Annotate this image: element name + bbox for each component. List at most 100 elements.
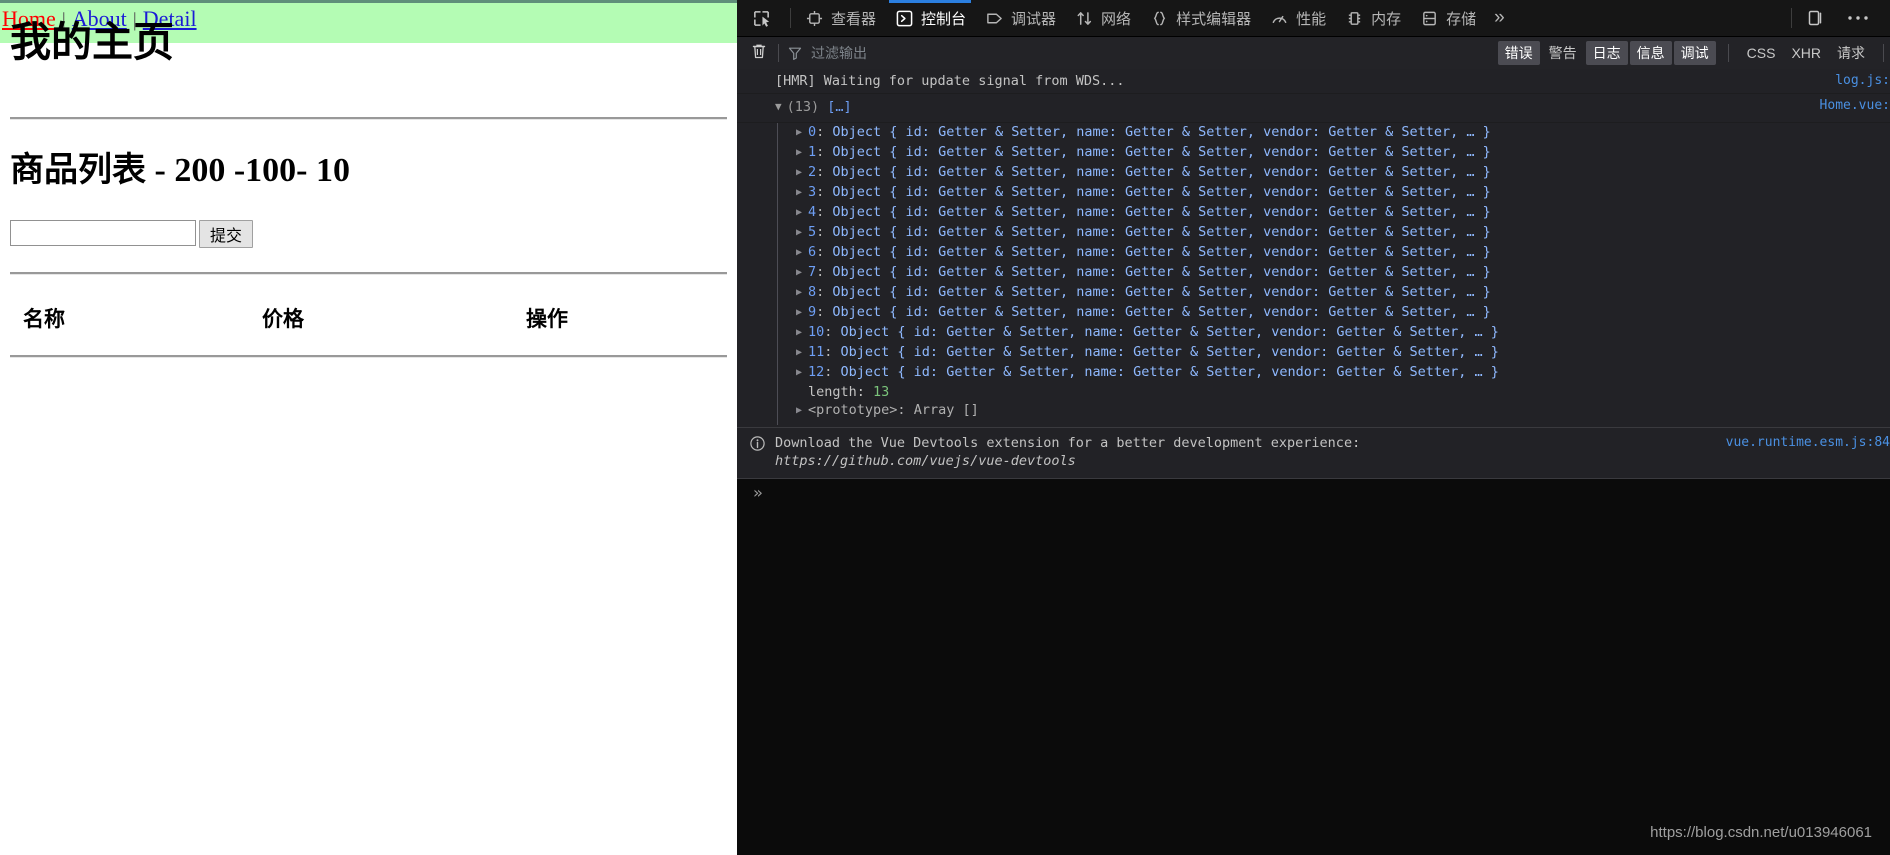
group-expand-arrow[interactable]: ▼ xyxy=(775,99,782,115)
object-preview: Object { id: Getter & Setter, name: Gett… xyxy=(832,224,1491,240)
network-icon xyxy=(1074,8,1094,28)
filter-level-debug[interactable]: 调试 xyxy=(1673,41,1716,65)
filter-type-css[interactable]: CSS xyxy=(1739,43,1784,63)
console-object-row[interactable]: ▶ 0: Object { id: Getter & Setter, name: … xyxy=(737,123,1890,143)
console-object-row[interactable]: ▶ 5: Object { id: Getter & Setter, name: … xyxy=(737,223,1890,243)
expand-triangle-icon[interactable]: ▶ xyxy=(796,245,808,261)
inspect-picker-button[interactable] xyxy=(743,0,786,36)
info-circle-icon xyxy=(750,436,765,451)
console-array-length-row: length: 13 xyxy=(737,383,1890,401)
expand-triangle-icon[interactable]: ▶ xyxy=(796,345,808,361)
product-name-input[interactable] xyxy=(10,220,196,246)
group-bracket: […] xyxy=(827,99,852,115)
filter-type-request[interactable]: 请求 xyxy=(1829,41,1873,65)
expand-triangle-icon[interactable]: ▶ xyxy=(796,165,808,181)
console-object-row[interactable]: ▶ 9: Object { id: Getter & Setter, name: … xyxy=(737,303,1890,323)
console-object-row[interactable]: ▶ 11: Object { id: Getter & Setter, name:… xyxy=(737,343,1890,363)
console-object-row[interactable]: ▶ 10: Object { id: Getter & Setter, name:… xyxy=(737,323,1890,343)
debugger-icon xyxy=(984,8,1004,28)
object-preview: Object { id: Getter & Setter, name: Gett… xyxy=(832,244,1491,260)
console-object-row[interactable]: ▶ 12: Object { id: Getter & Setter, name:… xyxy=(737,363,1890,383)
expand-triangle-icon[interactable]: ▶ xyxy=(796,325,808,341)
toolbar-divider-right xyxy=(1791,8,1792,28)
more-options-button[interactable] xyxy=(1843,0,1890,36)
filterbar-divider-3 xyxy=(1883,44,1884,62)
divider-table xyxy=(10,355,727,358)
console-object-row[interactable]: ▶ 7: Object { id: Getter & Setter, name: … xyxy=(737,263,1890,283)
toolbar-overflow-button[interactable]: » xyxy=(1485,0,1514,36)
devtools-tab-network-label: 网络 xyxy=(1101,10,1132,28)
console-object-list: ▶ 0: Object { id: Getter & Setter, name: … xyxy=(737,123,1890,427)
expand-triangle-icon[interactable]: ▶ xyxy=(796,125,808,141)
filter-input[interactable] xyxy=(809,44,1498,62)
hmr-message-text: [HMR] Waiting for update signal from WDS… xyxy=(775,73,1125,89)
console-object-row[interactable]: ▶ 3: Object { id: Getter & Setter, name: … xyxy=(737,183,1890,203)
column-header-name: 名称 xyxy=(23,308,65,331)
inspect-picker-icon xyxy=(751,8,771,28)
group-count: (13) xyxy=(786,99,820,115)
expand-triangle-icon[interactable]: ▶ xyxy=(796,205,808,221)
dock-layout-button[interactable] xyxy=(1796,0,1843,36)
devtools-tab-memory[interactable]: 内存 xyxy=(1335,0,1410,36)
devtools-tab-inspector[interactable]: 查看器 xyxy=(795,0,885,36)
object-preview: Object { id: Getter & Setter, name: Gett… xyxy=(832,204,1491,220)
expand-triangle-icon[interactable]: ▶ xyxy=(796,145,808,161)
devtools-panel: 查看器 控制台 调试器 网络 样式编辑器 性能 内存 存储 » 过滤输出 错误 … xyxy=(737,0,1890,855)
devtools-tab-network[interactable]: 网络 xyxy=(1065,0,1140,36)
devtools-tab-performance[interactable]: 性能 xyxy=(1260,0,1335,36)
expand-triangle-icon[interactable]: ▶ xyxy=(796,185,808,201)
expand-triangle-icon[interactable]: ▶ xyxy=(796,403,808,419)
console-object-row[interactable]: ▶ 4: Object { id: Getter & Setter, name: … xyxy=(737,203,1890,223)
console-object-row[interactable]: ▶ 8: Object { id: Getter & Setter, name: … xyxy=(737,283,1890,303)
inspector-icon xyxy=(804,8,824,28)
devtools-tab-style-editor[interactable]: 样式编辑器 xyxy=(1140,0,1260,36)
product-list-heading: 商品列表 - 200 -100- 10 xyxy=(10,152,350,189)
expand-triangle-icon[interactable]: ▶ xyxy=(796,365,808,381)
console-output[interactable]: [HMR] Waiting for update signal from WDS… xyxy=(737,69,1890,855)
filter-level-log[interactable]: 日志 xyxy=(1585,41,1628,65)
filter-level-info[interactable]: 信息 xyxy=(1629,41,1672,65)
filterbar-divider xyxy=(778,44,779,62)
object-preview: Object { id: Getter & Setter, name: Gett… xyxy=(840,364,1499,380)
clear-console-button[interactable] xyxy=(747,41,771,65)
console-object-row[interactable]: ▶ 1: Object { id: Getter & Setter, name: … xyxy=(737,143,1890,163)
object-index: 12 xyxy=(808,364,825,380)
devtools-tab-debugger-label: 调试器 xyxy=(1011,10,1057,28)
console-object-row[interactable]: ▶ 2: Object { id: Getter & Setter, name: … xyxy=(737,163,1890,183)
filter-level-warning[interactable]: 警告 xyxy=(1542,41,1584,65)
expand-triangle-icon[interactable]: ▶ xyxy=(796,265,808,281)
console-message-info[interactable]: Download the Vue Devtools extension for … xyxy=(737,427,1890,479)
console-object-row[interactable]: ▶ 6: Object { id: Getter & Setter, name: … xyxy=(737,243,1890,263)
devtools-tab-debugger[interactable]: 调试器 xyxy=(975,0,1065,36)
console-input-row[interactable]: » xyxy=(737,479,1890,507)
hmr-source-link[interactable]: log.js: xyxy=(1835,73,1890,89)
filter-type-xhr[interactable]: XHR xyxy=(1783,43,1829,63)
vue-devtools-link[interactable]: https://github.com/vuejs/vue-devtools xyxy=(775,451,1890,469)
devtools-tab-performance-label: 性能 xyxy=(1296,10,1327,28)
expand-triangle-icon[interactable]: ▶ xyxy=(796,285,808,301)
object-index: 8 xyxy=(808,284,817,300)
info-source-link[interactable]: vue.runtime.esm.js:84 xyxy=(1726,435,1890,451)
prototype-key: <prototype>: xyxy=(808,402,906,418)
group-source-link[interactable]: Home.vue: xyxy=(1820,98,1890,114)
filter-level-error[interactable]: 错误 xyxy=(1497,41,1540,65)
console-message-hmr[interactable]: [HMR] Waiting for update signal from WDS… xyxy=(737,69,1890,94)
devtools-tab-storage[interactable]: 存储 xyxy=(1410,0,1485,36)
filter-field-wrap xyxy=(788,44,1498,62)
object-index: 9 xyxy=(808,304,817,320)
product-table-header: 名称 价格 操作 xyxy=(0,275,737,333)
expand-triangle-icon[interactable]: ▶ xyxy=(796,225,808,241)
dock-layout-icon xyxy=(1806,8,1826,28)
column-header-ops: 操作 xyxy=(526,308,568,331)
devtools-tab-memory-label: 内存 xyxy=(1371,10,1402,28)
submit-button[interactable]: 提交 xyxy=(199,220,253,248)
console-prototype-row[interactable]: ▶ <prototype>: Array [] xyxy=(737,401,1890,425)
console-group-header[interactable]: ▼ (13) […] Home.vue: xyxy=(737,94,1890,123)
console-icon xyxy=(894,8,914,28)
devtools-tab-inspector-label: 查看器 xyxy=(831,10,877,28)
expand-triangle-icon[interactable]: ▶ xyxy=(796,305,808,321)
object-preview: Object { id: Getter & Setter, name: Gett… xyxy=(832,264,1491,280)
object-preview: Object { id: Getter & Setter, name: Gett… xyxy=(832,124,1491,140)
page-title: 我的主页 xyxy=(10,19,174,65)
devtools-tab-console[interactable]: 控制台 xyxy=(885,0,975,36)
